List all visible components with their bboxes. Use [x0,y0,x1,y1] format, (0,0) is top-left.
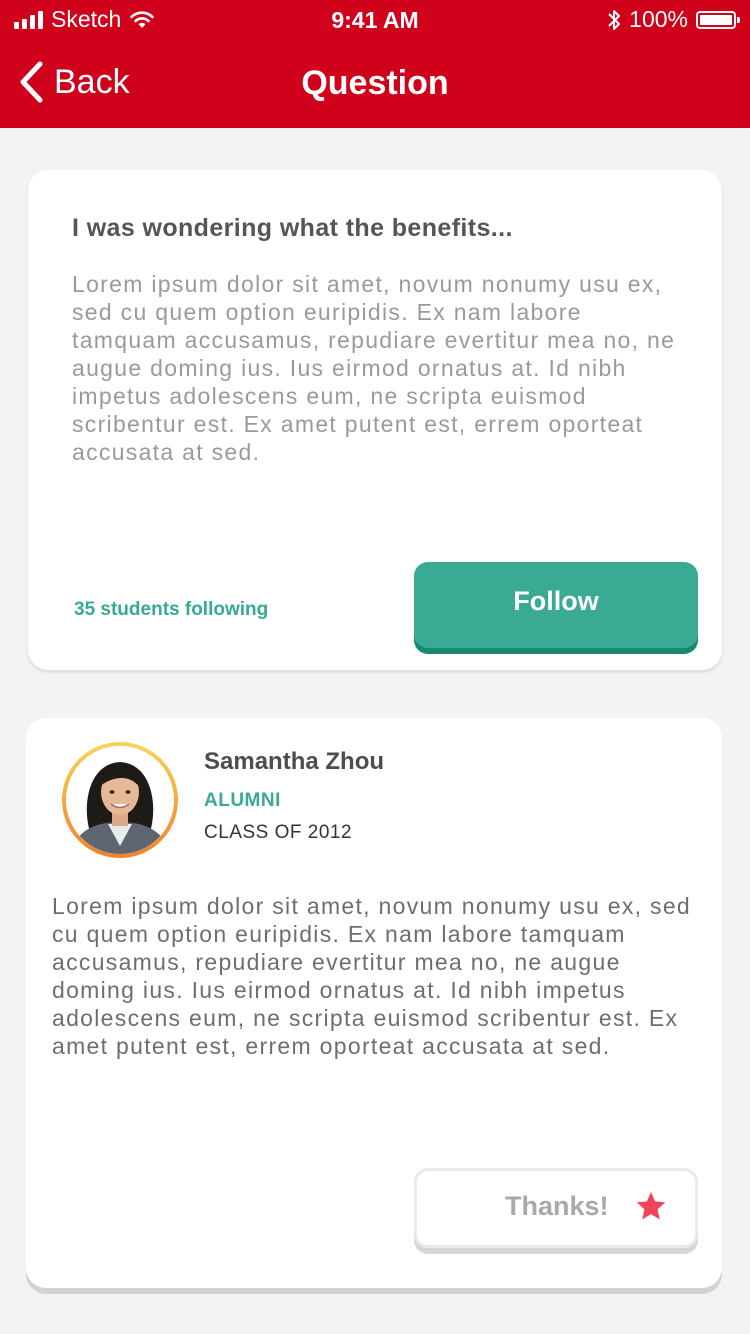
thanks-label: Thanks! [505,1191,609,1221]
battery-percent: 100% [629,6,688,32]
author-role-badge: ALUMNI [204,790,281,811]
question-title: I was wondering what the benefits... [72,214,513,242]
answer-body: Lorem ipsum dolor sit amet, novum nonumy… [52,893,692,1059]
question-body: Lorem ipsum dolor sit amet, novum nonumy… [72,271,676,465]
status-bar: Sketch 9:41 AM 100% [0,0,750,40]
author-name[interactable]: Samantha Zhou [204,748,384,776]
battery-icon [696,10,740,29]
answer-card: Samantha Zhou ALUMNI CLASS OF 2012 Lorem… [26,718,722,1288]
bluetooth-icon [608,9,621,30]
status-bar-right: 100% [607,6,740,33]
page-title: Question [301,64,449,102]
avatar-portrait [66,746,174,854]
thanks-button[interactable]: Thanks! [414,1168,698,1248]
question-card: I was wondering what the benefits... Lor… [28,170,722,670]
app-header: Sketch 9:41 AM 100% Back Question [0,0,750,128]
star-icon [636,1192,666,1220]
author-class-year: CLASS OF 2012 [204,822,353,843]
follow-button[interactable]: Follow [414,562,698,648]
avatar-ring [62,742,178,858]
followers-count: 35 students following [74,599,269,620]
avatar[interactable] [66,746,174,854]
